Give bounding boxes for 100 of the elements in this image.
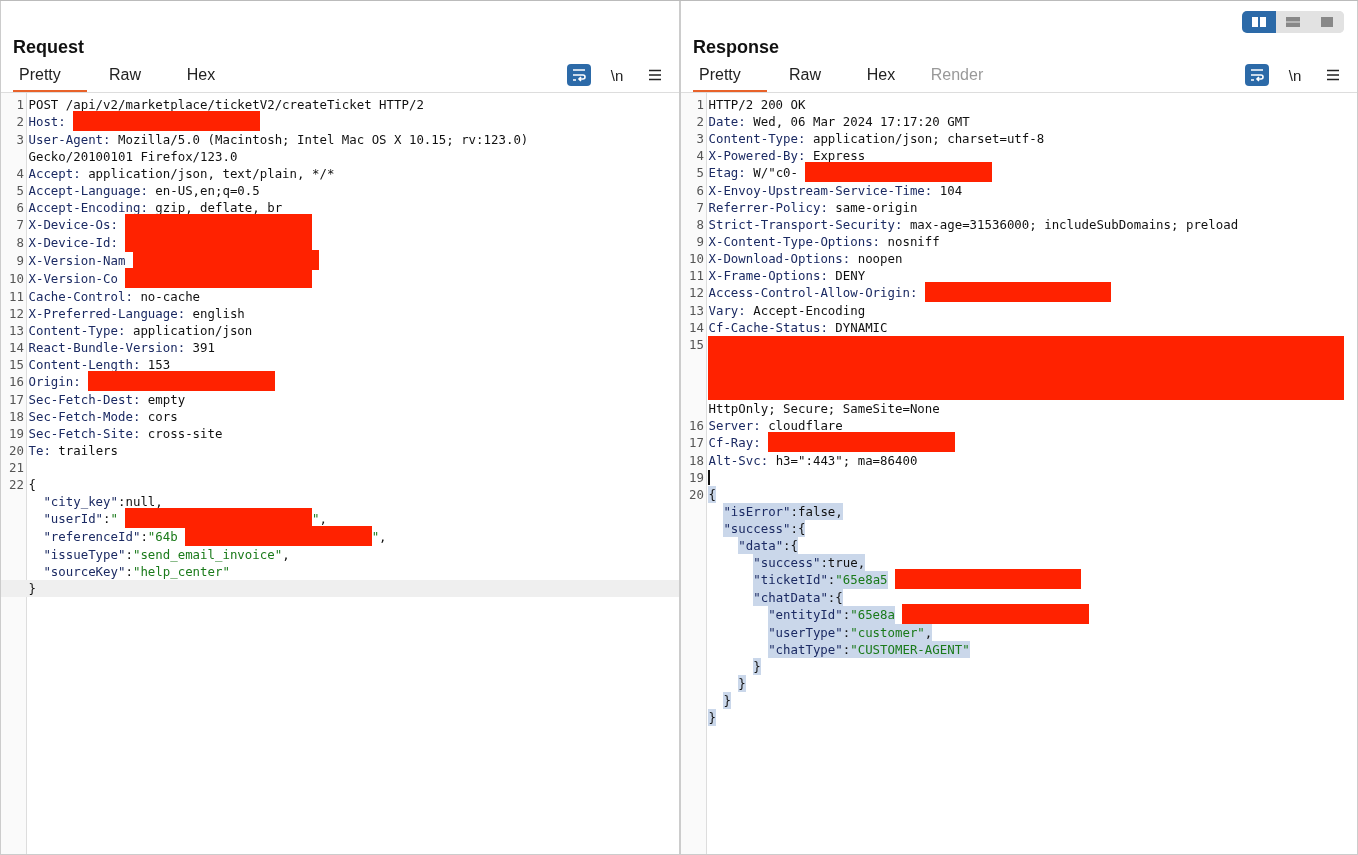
header-name: User-Agent: — [28, 131, 111, 148]
code-text: , — [379, 528, 387, 546]
wrap-toggle-button[interactable] — [1245, 64, 1269, 86]
header-name: "isError" — [723, 503, 791, 520]
string-value: " — [311, 510, 320, 528]
code-text: } — [708, 709, 716, 726]
view-tab[interactable]: Pretty — [13, 62, 87, 92]
header-name: Referrer-Policy: — [708, 199, 828, 216]
code-text: : — [125, 563, 133, 580]
code-text: noopen — [856, 250, 903, 267]
header-name: X-Device-Id: — [28, 234, 118, 252]
string-value: "CUSTOMER-AGENT" — [850, 641, 970, 658]
string-value: "65e8a5 — [835, 571, 888, 589]
line-number: 14 — [8, 339, 25, 356]
code-text: DENY — [834, 267, 866, 284]
header-name: X-Frame-Options: — [708, 267, 828, 284]
line-number: 3 — [15, 131, 25, 148]
line-number: 20 — [8, 442, 25, 459]
code-text: max-age=31536000; includeSubDomains; preload — [908, 216, 1239, 233]
code-text: : — [827, 571, 836, 589]
code-text: W/"c0- — [752, 164, 798, 182]
code-text: Accept-Encoding — [752, 302, 866, 319]
line-number: 7 — [15, 216, 25, 234]
line-number: 6 — [15, 199, 25, 216]
wrap-icon — [571, 68, 587, 82]
header-name: X-Version-Co — [28, 270, 118, 288]
header-name: Strict-Transport-Security: — [708, 216, 903, 233]
line-number: 13 — [688, 302, 705, 319]
code-text: 104 — [938, 182, 963, 199]
single-pane-icon — [1319, 16, 1335, 28]
header-name: "chatType" — [768, 641, 843, 658]
code-text: 153 — [146, 356, 171, 373]
line-number: 20 — [688, 486, 705, 503]
menu-icon — [1326, 69, 1340, 81]
newline-toggle-button[interactable]: \n — [605, 64, 629, 86]
line-number: 7 — [695, 199, 705, 216]
code-text: Express — [811, 147, 866, 164]
view-tab[interactable]: Hex — [843, 62, 919, 92]
code-text: POST /api/v2/marketplace/ticketV2/createTicket HTTP/2 — [28, 96, 424, 113]
wrap-toggle-button[interactable] — [567, 64, 591, 86]
code-text: { — [28, 476, 36, 493]
code-text: } — [753, 658, 761, 675]
header-name: Access-Control-Allow-Origin: — [708, 284, 918, 302]
header-name: "issueType" — [43, 546, 126, 563]
header-name: Accept: — [28, 165, 81, 182]
pane-title: Response — [693, 37, 781, 58]
header-name: X-Content-Type-Options: — [708, 233, 881, 250]
view-tab[interactable]: Raw — [87, 62, 163, 92]
code-text: cross-site — [146, 425, 223, 442]
line-number: 3 — [695, 130, 705, 147]
view-tab[interactable]: Raw — [767, 62, 843, 92]
code-text: h3=":443"; ma=86400 — [774, 452, 918, 469]
header-name: Server: — [708, 417, 761, 434]
line-number: 11 — [688, 267, 705, 284]
pane-title: Request — [13, 37, 85, 58]
header-name: Sec-Fetch-Dest: — [28, 391, 141, 408]
line-number: 17 — [688, 434, 705, 452]
header-name: Cf-Cache-Status: — [708, 319, 828, 336]
line-number: 18 — [688, 452, 705, 469]
header-name: Host: — [28, 113, 66, 131]
line-number: 8 — [15, 234, 25, 252]
code-text: :null, — [118, 493, 163, 510]
code-text: : — [125, 546, 133, 563]
header-name: "sourceKey" — [43, 563, 126, 580]
line-number: 15 — [8, 356, 25, 373]
header-name: Origin: — [28, 373, 81, 391]
header-name: "success" — [723, 520, 791, 537]
header-name: Date: — [708, 113, 746, 130]
view-tab[interactable]: Hex — [163, 62, 239, 92]
code-text: : — [842, 606, 851, 624]
line-number: 1 — [15, 96, 25, 113]
layout-toggle-button[interactable] — [1242, 11, 1276, 33]
code-text: application/json; charset=utf-8 — [811, 130, 1045, 147]
code-text: HttpOnly; Secure; SameSite=None — [708, 400, 940, 417]
header-name: "userType" — [768, 624, 843, 641]
header-name: Content-Type: — [708, 130, 806, 147]
code-text: cors — [146, 408, 178, 425]
code-text: Gecko/20100101 Firefox/123.0 — [28, 148, 238, 165]
code-text: Mozilla/5.0 (Macintosh; Intel Mac OS X 10.15; rv:123.0) — [117, 131, 529, 148]
header-name: "data" — [738, 537, 784, 554]
header-name: Content-Length: — [28, 356, 141, 373]
line-number: 4 — [695, 147, 705, 164]
newline-toggle-button[interactable]: \n — [1283, 64, 1307, 86]
line-number: 9 — [695, 233, 705, 250]
code-text: : — [842, 624, 851, 641]
header-name: X-Powered-By: — [708, 147, 806, 164]
line-number: 5 — [695, 164, 705, 182]
line-number: 21 — [8, 459, 25, 476]
header-name: "success" — [753, 554, 821, 571]
code-text: gzip, deflate, br — [154, 199, 283, 216]
line-number: 16 — [688, 417, 705, 434]
code-text: DYNAMIC — [834, 319, 888, 336]
view-tab[interactable]: Pretty — [693, 62, 767, 92]
string-value: " — [371, 528, 380, 546]
header-name: Accept-Encoding: — [28, 199, 148, 216]
line-number: 12 — [8, 305, 25, 322]
line-number: 6 — [695, 182, 705, 199]
line-number: 12 — [688, 284, 705, 302]
code-text: no-cache — [139, 288, 201, 305]
line-number: 14 — [688, 319, 705, 336]
